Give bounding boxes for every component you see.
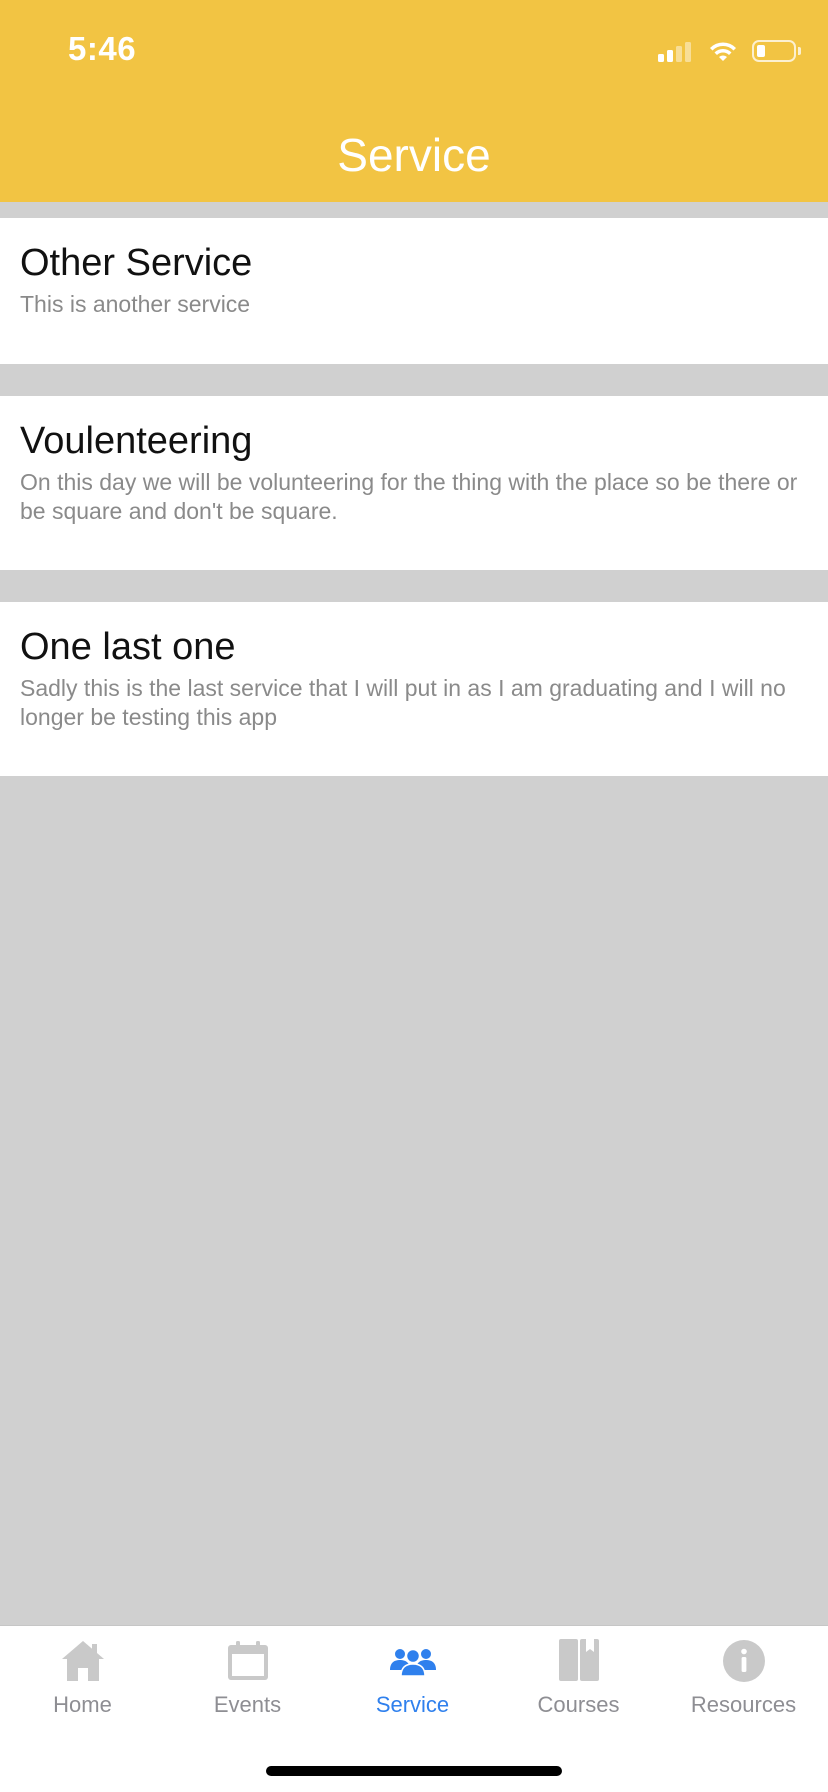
house-icon [61,1641,104,1681]
wifi-icon [710,42,736,61]
service-item[interactable]: One last one Sadly this is the last serv… [0,602,828,776]
tab-events[interactable]: Events [165,1638,330,1718]
service-title: One last one [20,626,236,668]
home-indicator [266,1766,562,1776]
service-list: Other Service This is another service Vo… [0,218,828,776]
info-icon [722,1640,765,1682]
tab-label: Events [213,1692,282,1717]
tab-resources[interactable]: Resources [661,1638,826,1718]
navigation-header: 5:46 Service [0,0,828,202]
tab-courses[interactable]: Courses [496,1638,661,1718]
service-title: Other Service [20,242,253,284]
service-title: Voulenteering [20,420,253,462]
service-description: Sadly this is the last service that I wi… [20,675,786,730]
service-description: On this day we will be volunteering for … [20,469,798,524]
service-description: This is another service [20,291,251,317]
tab-label: Service [375,1692,450,1717]
service-item[interactable]: Other Service This is another service [0,218,828,364]
status-time: 5:46 [68,30,137,67]
battery-icon [752,40,801,62]
book-icon [558,1639,599,1681]
tab-label: Home [53,1692,112,1717]
tab-service[interactable]: Service [330,1638,495,1718]
tab-label: Resources [690,1692,797,1717]
people-icon [389,1648,436,1677]
status-icons [658,36,801,66]
tab-label: Courses [537,1692,620,1717]
tab-home[interactable]: Home [0,1638,165,1718]
calendar-icon [227,1641,268,1680]
cellular-signal-icon [658,40,694,62]
service-item[interactable]: Voulenteering On this day we will be vol… [0,396,828,570]
battery-level [757,45,765,57]
page-title: Service [337,129,491,181]
